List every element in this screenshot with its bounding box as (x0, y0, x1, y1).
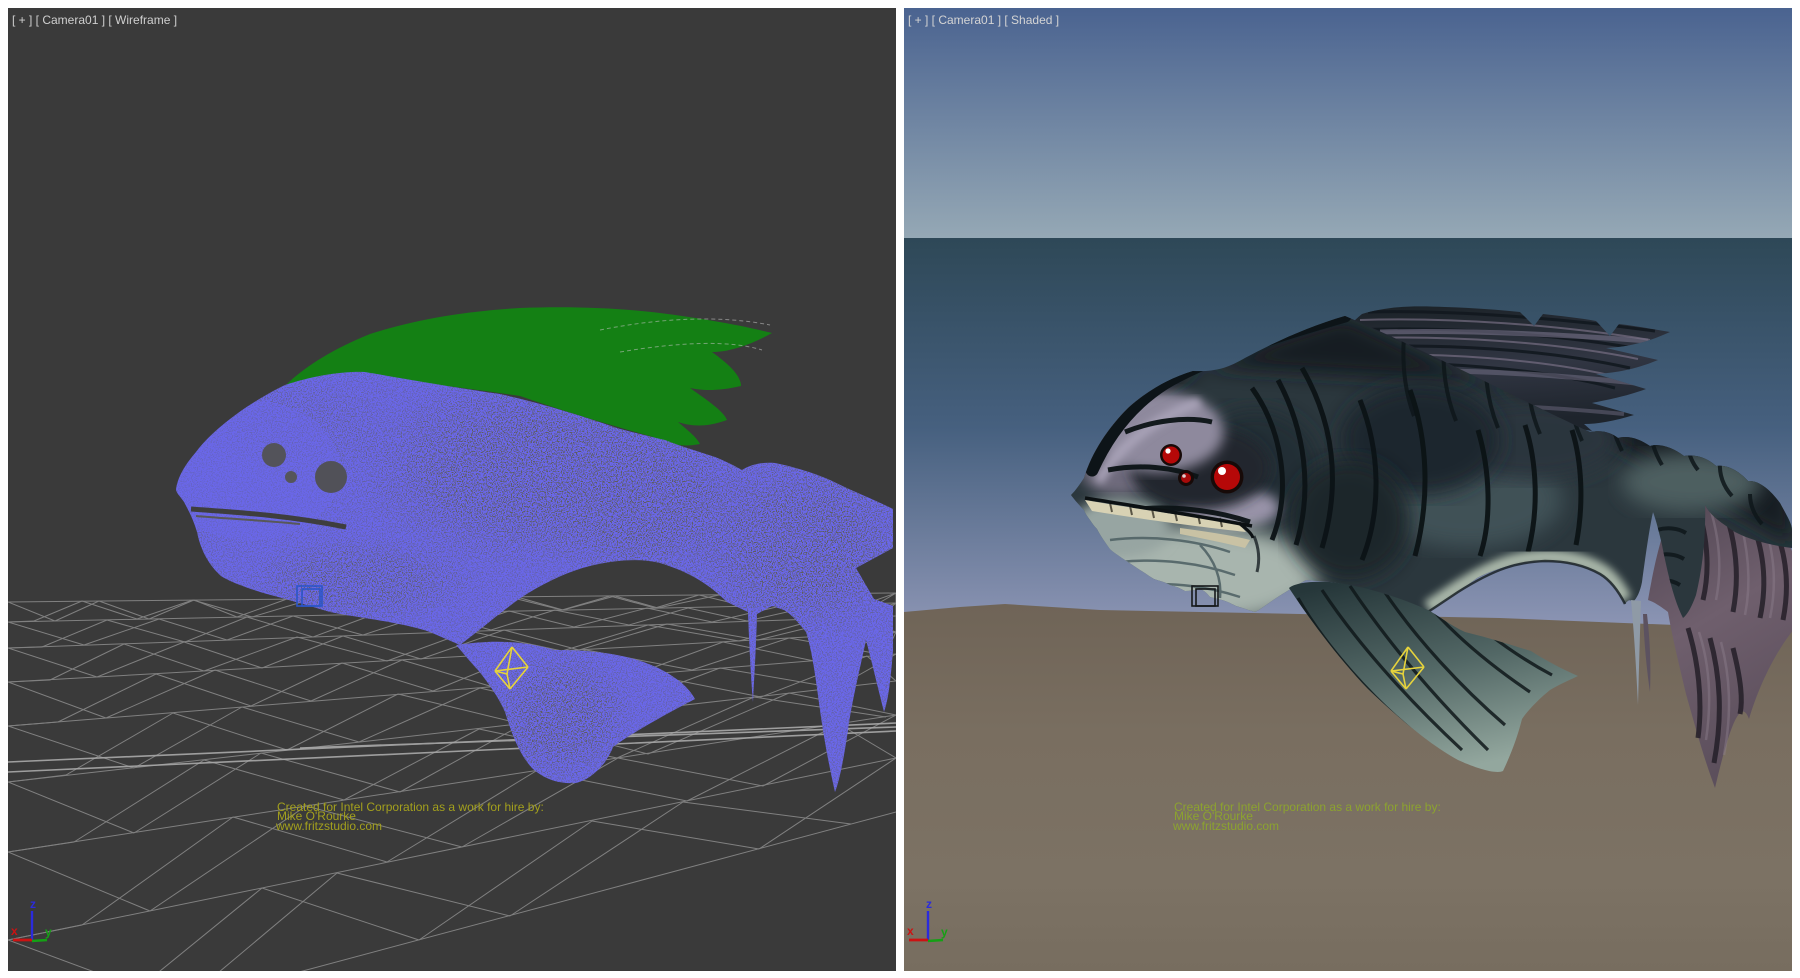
svg-text:www.fritzstudio.com: www.fritzstudio.com (275, 819, 382, 833)
svg-text:x: x (907, 924, 914, 938)
svg-text:x: x (11, 924, 18, 938)
svg-text:z: z (30, 897, 36, 911)
svg-text:z: z (926, 897, 932, 911)
svg-text:[ + ] [ Camera01 ] [ Shaded ]: [ + ] [ Camera01 ] [ Shaded ] (908, 13, 1059, 27)
svg-text:y: y (941, 925, 948, 939)
svg-text:[ + ] [ Camera01 ] [ Wireframe: [ + ] [ Camera01 ] [ Wireframe ] (12, 13, 177, 27)
svg-text:y: y (45, 925, 52, 939)
svg-text:www.fritzstudio.com: www.fritzstudio.com (1172, 819, 1279, 833)
